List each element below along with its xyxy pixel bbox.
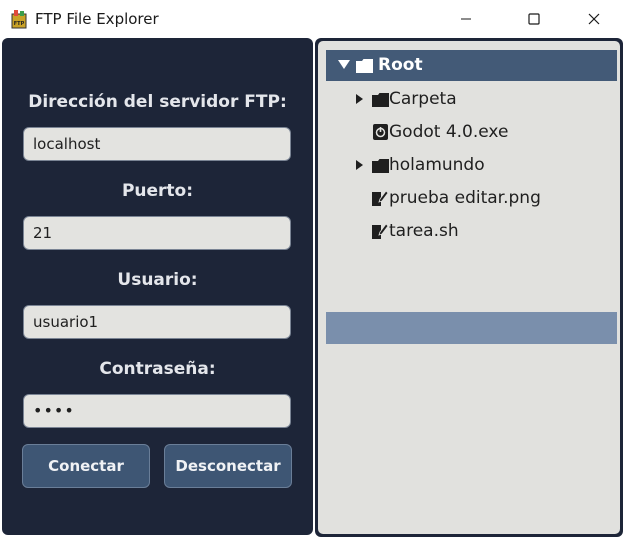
collapsed-arrow-icon[interactable]: [356, 160, 363, 170]
tree-item-godot-exe[interactable]: Godot 4.0.exe: [356, 121, 596, 145]
svg-text:FTP: FTP: [14, 21, 25, 27]
ftp-app-icon: FTP: [11, 10, 27, 29]
tree-item-label: tarea.sh: [389, 221, 459, 241]
window-title: FTP File Explorer: [35, 10, 159, 28]
password-input[interactable]: ••••: [23, 394, 291, 428]
file-edit-icon: [372, 223, 388, 239]
tree-item-prueba-png[interactable]: prueba editar.png: [356, 187, 596, 211]
selected-empty-row[interactable]: [326, 312, 617, 344]
tree-item-holamundo[interactable]: holamundo: [356, 154, 596, 178]
expanded-arrow-icon[interactable]: [338, 60, 350, 70]
folder-icon: [372, 93, 389, 107]
title-bar: FTP FTP File Explorer: [0, 0, 625, 38]
minimize-button[interactable]: [443, 0, 489, 38]
server-input[interactable]: localhost: [23, 127, 291, 161]
maximize-button[interactable]: [511, 0, 557, 38]
password-label: Contraseña:: [99, 359, 216, 379]
collapsed-arrow-icon[interactable]: [356, 94, 363, 104]
connection-panel: Dirección del servidor FTP: localhost Pu…: [2, 38, 313, 535]
close-button[interactable]: [571, 0, 617, 38]
close-icon: [588, 13, 600, 25]
server-label: Dirección del servidor FTP:: [28, 92, 287, 112]
maximize-icon: [528, 13, 540, 25]
tree-root-row[interactable]: Root: [326, 50, 617, 81]
user-label: Usuario:: [117, 270, 198, 290]
tree-item-tarea-sh[interactable]: tarea.sh: [356, 220, 596, 244]
tree-item-label: Carpeta: [389, 89, 457, 109]
user-input[interactable]: usuario1: [23, 305, 291, 339]
tree-item-label: prueba editar.png: [389, 188, 541, 208]
connect-button[interactable]: Conectar: [22, 444, 150, 488]
file-tree: Root Carpeta Godot 4.0.exe holamundo pru…: [318, 41, 620, 534]
disconnect-button[interactable]: Desconectar: [164, 444, 292, 488]
folder-icon: [372, 159, 389, 173]
tree-item-label: Godot 4.0.exe: [389, 122, 509, 142]
port-label: Puerto:: [121, 181, 194, 201]
port-input[interactable]: 21: [23, 216, 291, 250]
tree-item-carpeta[interactable]: Carpeta: [356, 88, 596, 112]
file-tree-panel: Root Carpeta Godot 4.0.exe holamundo pru…: [315, 38, 623, 537]
folder-icon: [356, 59, 373, 73]
executable-icon: [373, 124, 388, 140]
tree-root-label: Root: [378, 55, 423, 75]
minimize-icon: [461, 18, 471, 20]
tree-item-label: holamundo: [389, 155, 485, 175]
file-edit-icon: [372, 190, 388, 206]
